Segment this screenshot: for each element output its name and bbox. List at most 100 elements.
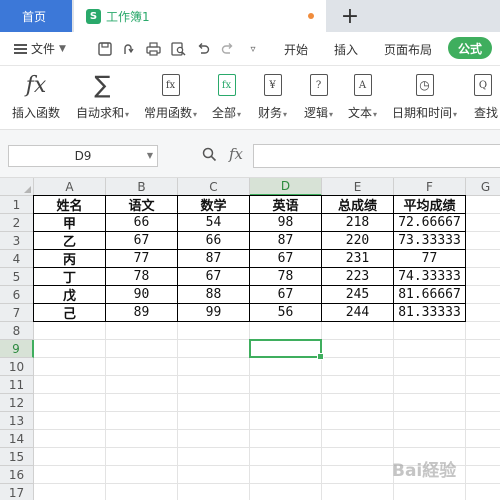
cell-c15[interactable] bbox=[178, 448, 250, 466]
export-icon[interactable] bbox=[119, 39, 139, 59]
cell-b17[interactable] bbox=[106, 484, 178, 500]
cell-d14[interactable] bbox=[250, 430, 322, 448]
select-all-corner[interactable] bbox=[0, 178, 34, 196]
table-cell[interactable]: 223 bbox=[322, 268, 394, 286]
undo-icon[interactable] bbox=[193, 39, 213, 59]
column-header-c[interactable]: C bbox=[178, 178, 250, 196]
cell-d17[interactable] bbox=[250, 484, 322, 500]
lookup-button[interactable]: Q 查找 bbox=[474, 70, 498, 121]
tab-workbook[interactable]: S 工作簿1 bbox=[74, 0, 326, 32]
table-cell[interactable]: 72.66667 bbox=[394, 214, 466, 232]
cell-f8[interactable] bbox=[394, 322, 466, 340]
cell-e16[interactable] bbox=[322, 466, 394, 484]
row-header-5[interactable]: 5 bbox=[0, 268, 34, 286]
table-cell[interactable]: 89 bbox=[106, 304, 178, 322]
financial-button[interactable]: ¥ 财务▾ bbox=[258, 70, 287, 121]
cell-b8[interactable] bbox=[106, 322, 178, 340]
cell-a14[interactable] bbox=[34, 430, 106, 448]
logical-button[interactable]: ? 逻辑▾ bbox=[304, 70, 333, 121]
cell-f13[interactable] bbox=[394, 412, 466, 430]
row-header-12[interactable]: 12 bbox=[0, 394, 34, 412]
cell-a11[interactable] bbox=[34, 376, 106, 394]
cell-d15[interactable] bbox=[250, 448, 322, 466]
cell-e8[interactable] bbox=[322, 322, 394, 340]
autosum-button[interactable]: ∑ 自动求和▾ bbox=[76, 70, 129, 121]
table-cell[interactable]: 98 bbox=[250, 214, 322, 232]
cell-g1[interactable] bbox=[466, 196, 500, 214]
all-functions-button[interactable]: fx 全部▾ bbox=[212, 70, 241, 121]
table-cell[interactable]: 甲 bbox=[34, 214, 106, 232]
table-cell[interactable]: 67 bbox=[178, 268, 250, 286]
active-cell-selection[interactable] bbox=[249, 339, 324, 360]
table-cell[interactable]: 74.33333 bbox=[394, 268, 466, 286]
menu-page-layout[interactable]: 页面布局 bbox=[384, 41, 432, 58]
table-cell[interactable]: 67 bbox=[250, 250, 322, 268]
menu-insert[interactable]: 插入 bbox=[334, 41, 358, 58]
cell-e12[interactable] bbox=[322, 394, 394, 412]
table-cell[interactable]: 244 bbox=[322, 304, 394, 322]
table-cell[interactable]: 220 bbox=[322, 232, 394, 250]
cell-c10[interactable] bbox=[178, 358, 250, 376]
table-cell[interactable]: 77 bbox=[106, 250, 178, 268]
cell-e11[interactable] bbox=[322, 376, 394, 394]
table-cell[interactable]: 87 bbox=[250, 232, 322, 250]
cell-a16[interactable] bbox=[34, 466, 106, 484]
cell-a13[interactable] bbox=[34, 412, 106, 430]
table-header-cell[interactable]: 姓名 bbox=[34, 196, 106, 214]
row-header-15[interactable]: 15 bbox=[0, 448, 34, 466]
cell-g16[interactable] bbox=[466, 466, 500, 484]
cell-g8[interactable] bbox=[466, 322, 500, 340]
cell-c11[interactable] bbox=[178, 376, 250, 394]
menu-formula[interactable]: 公式 bbox=[448, 37, 492, 59]
row-header-8[interactable]: 8 bbox=[0, 322, 34, 340]
table-header-cell[interactable]: 数学 bbox=[178, 196, 250, 214]
print-icon[interactable] bbox=[143, 39, 163, 59]
column-header-e[interactable]: E bbox=[322, 178, 394, 196]
cell-g6[interactable] bbox=[466, 286, 500, 304]
cell-d10[interactable] bbox=[250, 358, 322, 376]
cell-d12[interactable] bbox=[250, 394, 322, 412]
cell-c14[interactable] bbox=[178, 430, 250, 448]
cell-b12[interactable] bbox=[106, 394, 178, 412]
row-header-10[interactable]: 10 bbox=[0, 358, 34, 376]
cell-g14[interactable] bbox=[466, 430, 500, 448]
cell-b11[interactable] bbox=[106, 376, 178, 394]
fx-icon[interactable]: fx bbox=[229, 145, 243, 163]
row-header-2[interactable]: 2 bbox=[0, 214, 34, 232]
column-header-d[interactable]: D bbox=[250, 178, 322, 196]
table-cell[interactable]: 81.66667 bbox=[394, 286, 466, 304]
row-header-7[interactable]: 7 bbox=[0, 304, 34, 322]
table-cell[interactable]: 乙 bbox=[34, 232, 106, 250]
table-cell[interactable]: 己 bbox=[34, 304, 106, 322]
table-cell[interactable]: 73.33333 bbox=[394, 232, 466, 250]
customize-dropdown-icon[interactable]: ▿ bbox=[243, 39, 263, 59]
formula-input[interactable] bbox=[253, 144, 500, 168]
common-functions-button[interactable]: fx 常用函数▾ bbox=[144, 70, 197, 121]
table-header-cell[interactable]: 平均成绩 bbox=[394, 196, 466, 214]
cell-c16[interactable] bbox=[178, 466, 250, 484]
cell-g3[interactable] bbox=[466, 232, 500, 250]
row-header-1[interactable]: 1 bbox=[0, 196, 34, 214]
cell-a12[interactable] bbox=[34, 394, 106, 412]
table-header-cell[interactable]: 英语 bbox=[250, 196, 322, 214]
cell-c13[interactable] bbox=[178, 412, 250, 430]
column-header-b[interactable]: B bbox=[106, 178, 178, 196]
table-cell[interactable]: 231 bbox=[322, 250, 394, 268]
cell-d16[interactable] bbox=[250, 466, 322, 484]
cell-e10[interactable] bbox=[322, 358, 394, 376]
cell-g17[interactable] bbox=[466, 484, 500, 500]
cell-g2[interactable] bbox=[466, 214, 500, 232]
cell-f14[interactable] bbox=[394, 430, 466, 448]
insert-function-button[interactable]: fx 插入函数 bbox=[12, 70, 60, 121]
table-cell[interactable]: 56 bbox=[250, 304, 322, 322]
cell-f10[interactable] bbox=[394, 358, 466, 376]
zoom-search-icon[interactable] bbox=[202, 147, 217, 166]
name-box[interactable]: D9 ▼ bbox=[8, 145, 158, 167]
table-cell[interactable]: 戊 bbox=[34, 286, 106, 304]
text-button[interactable]: A 文本▾ bbox=[348, 70, 377, 121]
table-cell[interactable]: 78 bbox=[250, 268, 322, 286]
cell-b9[interactable] bbox=[106, 340, 178, 358]
table-cell[interactable]: 81.33333 bbox=[394, 304, 466, 322]
row-header-13[interactable]: 13 bbox=[0, 412, 34, 430]
cell-c12[interactable] bbox=[178, 394, 250, 412]
